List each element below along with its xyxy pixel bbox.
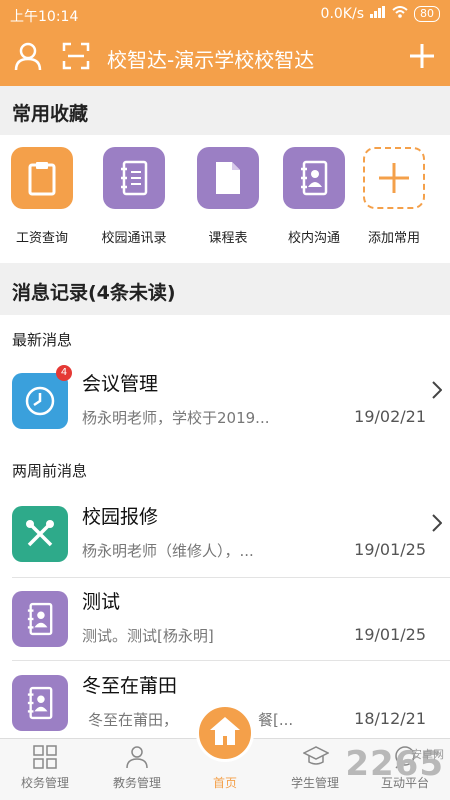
message-title: 校园报修 <box>82 506 159 528</box>
plus-icon <box>409 43 435 73</box>
tools-icon <box>12 506 68 562</box>
message-preview: 杨永明老师（维修人），... <box>82 542 254 560</box>
document-icon <box>197 147 259 209</box>
messages-header: 消息记录(4条未读) <box>0 263 450 315</box>
status-icons: 0.0K/s 80 <box>321 6 440 22</box>
messages-title: 消息记录(4条未读) <box>12 282 176 304</box>
message-preview: 测试。测试[杨永明] <box>82 627 214 645</box>
watermark-suffix: 安卓网 <box>411 748 444 761</box>
message-preview: 杨永明老师，学校于2019... <box>82 409 270 427</box>
contacts-book-icon <box>12 591 68 647</box>
group-label-two-weeks: 两周前消息 <box>12 462 88 480</box>
notebook-icon <box>103 147 165 209</box>
profile-button[interactable] <box>10 40 46 76</box>
tab-label: 教务管理 <box>112 776 161 790</box>
teacher-icon <box>125 745 149 773</box>
message-date: 19/02/21 <box>354 407 426 426</box>
favorite-timetable[interactable]: 课程表 <box>186 147 270 246</box>
favorite-campus-directory[interactable]: 校园通讯录 <box>92 147 176 246</box>
tab-school-affairs[interactable]: 校务管理 <box>0 739 90 800</box>
favorite-add-common[interactable]: 添加常用 <box>352 147 436 246</box>
message-list: 最新消息 4 会议管理 杨永明老师，学校于2019... 19/02/21 两周… <box>0 315 450 738</box>
page-title: 校智达-演示学校校智达 <box>107 48 315 72</box>
message-title: 冬至在莆田 <box>82 675 178 697</box>
scan-button[interactable] <box>58 40 94 76</box>
favorites-header: 常用收藏 <box>0 86 450 135</box>
message-preview-tail: 餐[... <box>258 711 294 729</box>
favorite-label: 添加常用 <box>367 231 420 246</box>
grid-icon <box>33 745 57 773</box>
favorites-panel: 工资查询 校园通讯录 课程表 校内沟通 添加常用 <box>0 135 450 263</box>
tab-label: 校务管理 <box>20 776 69 790</box>
message-date: 18/12/21 <box>354 709 426 728</box>
home-button[interactable] <box>196 704 254 762</box>
tab-academic-affairs[interactable]: 教务管理 <box>92 739 182 800</box>
message-title: 会议管理 <box>82 373 159 395</box>
favorite-internal-communication[interactable]: 校内沟通 <box>272 147 356 246</box>
message-row-repair[interactable]: 校园报修 杨永明老师（维修人），... 19/01/25 <box>0 492 450 576</box>
home-icon <box>208 715 242 751</box>
status-bar: 上午10:14 0.0K/s 80 <box>0 0 450 30</box>
chevron-right-icon <box>432 381 443 403</box>
battery-indicator: 80 <box>414 6 440 22</box>
signal-icon <box>370 6 386 22</box>
user-icon <box>13 41 43 75</box>
status-time: 上午10:14 <box>10 9 79 25</box>
favorites-title: 常用收藏 <box>12 103 89 125</box>
clipboard-icon <box>11 147 73 209</box>
unread-badge: 4 <box>56 365 72 381</box>
contacts-book-icon <box>283 147 345 209</box>
message-row-test[interactable]: 测试 测试。测试[杨永明] 19/01/25 <box>0 577 450 661</box>
network-speed: 0.0K/s <box>320 6 364 22</box>
message-preview: 冬至在莆田， <box>88 711 179 729</box>
contacts-book-icon <box>12 675 68 731</box>
message-title: 测试 <box>82 591 121 613</box>
plus-icon <box>363 147 425 209</box>
wifi-icon <box>392 6 408 22</box>
favorite-label: 校内沟通 <box>287 231 340 246</box>
favorite-salary-query[interactable]: 工资查询 <box>0 147 84 246</box>
favorite-label: 校园通讯录 <box>101 231 167 246</box>
message-date: 19/01/25 <box>354 540 426 559</box>
graduation-cap-icon <box>302 745 330 771</box>
message-date: 19/01/25 <box>354 625 426 644</box>
scan-icon <box>62 42 90 74</box>
message-row-meeting[interactable]: 4 会议管理 杨永明老师，学校于2019... 19/02/21 <box>0 359 450 443</box>
favorite-label: 课程表 <box>208 231 248 246</box>
favorite-label: 工资查询 <box>15 231 68 246</box>
tab-label: 首页 <box>212 776 237 790</box>
group-label-latest: 最新消息 <box>12 331 73 349</box>
app-header: 校智达-演示学校校智达 <box>0 30 450 86</box>
chevron-right-icon <box>432 514 443 536</box>
clock-icon <box>12 373 68 429</box>
add-button[interactable] <box>404 40 440 76</box>
